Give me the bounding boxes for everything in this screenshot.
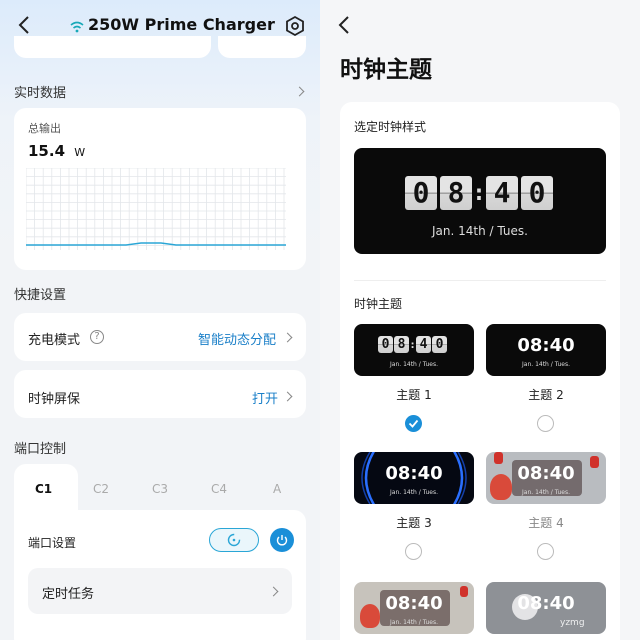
back-button[interactable]	[334, 14, 356, 36]
charge-mode-chevron-icon	[282, 332, 293, 343]
cycle-icon	[227, 533, 241, 547]
tab-c2[interactable]: C2	[93, 482, 109, 496]
theme-3-name: 主题 3	[396, 516, 432, 530]
watermark-logo	[512, 594, 538, 620]
output-number: 15.4	[28, 142, 66, 160]
theme-4-thumbnail[interactable]: 08:40 Jan. 14th / Tues.	[486, 452, 606, 504]
port-control-section-title: 端口控制	[14, 442, 67, 457]
charge-mode-value: 智能动态分配	[198, 333, 277, 348]
theme-5-thumbnail[interactable]: 08:40 Jan. 14th / Tues.	[354, 582, 474, 634]
clock-saver-chevron-icon	[282, 391, 293, 402]
theme-1-radio[interactable]	[405, 415, 422, 432]
timer-task-row[interactable]: 定时任务	[28, 568, 292, 614]
port-power-button[interactable]	[270, 528, 294, 552]
theme-3-time: 08:40	[385, 463, 443, 484]
charge-mode-label: 充电模式	[28, 333, 81, 348]
clock-saver-value: 打开	[252, 392, 279, 407]
preview-digit: 8	[440, 176, 472, 210]
preview-flip-clock: 0 8 : 4 0	[405, 176, 553, 210]
top-partial-card-left	[14, 36, 211, 58]
theme-1-date: Jan. 14th / Tues.	[390, 361, 438, 368]
tab-c4[interactable]: C4	[211, 482, 227, 496]
preview-digit: 4	[486, 176, 518, 210]
timer-task-chevron-icon	[268, 586, 279, 597]
theme-2-name: 主题 2	[528, 388, 564, 402]
theme-2-radio[interactable]	[537, 415, 554, 432]
theme-1-digit: 4	[416, 336, 431, 353]
top-partial-card-right	[218, 36, 306, 58]
charge-mode-row[interactable]: 充电模式 ? 智能动态分配	[14, 313, 306, 361]
output-label: 总输出	[28, 122, 61, 135]
output-value: 15.4 W	[28, 142, 85, 160]
preview-date: Jan. 14th / Tues.	[432, 224, 528, 238]
back-arrow-icon	[18, 16, 29, 34]
theme-5-time: 08:40	[385, 593, 443, 614]
theme-1-flip-clock: 0 8 : 4 0	[378, 336, 447, 353]
gear-icon	[286, 15, 304, 37]
page-title: 250W Prime Charger	[88, 15, 275, 34]
realtime-chevron-icon[interactable]	[294, 86, 305, 97]
theme-2-time: 08:40	[517, 335, 575, 356]
timer-task-label: 定时任务	[42, 587, 95, 602]
theme-3-radio[interactable]	[405, 543, 422, 560]
divider	[354, 280, 606, 281]
clock-saver-label: 时钟屏保	[28, 392, 81, 407]
clock-saver-row[interactable]: 时钟屏保 打开	[14, 370, 306, 418]
tab-c3[interactable]: C3	[152, 482, 168, 496]
power-icon	[276, 535, 288, 546]
preview-digit: 0	[521, 176, 553, 210]
watermark-text: yzmg	[560, 618, 585, 628]
theme-4-time: 08:40	[517, 463, 575, 484]
theme-4-name: 主题 4	[528, 516, 564, 530]
page-title: 时钟主题	[340, 57, 432, 83]
theme-3-date: Jan. 14th / Tues.	[390, 489, 438, 496]
theme-2-date: Jan. 14th / Tues.	[522, 361, 570, 368]
output-chart	[26, 168, 286, 250]
charger-detail-screen: 250W Prime Charger 实时数据 总输出 15.4 W 快捷设置 …	[0, 0, 320, 640]
back-arrow-icon	[338, 16, 349, 34]
selected-style-label: 选定时钟样式	[354, 120, 427, 134]
output-unit: W	[74, 146, 86, 159]
clock-theme-screen: 时钟主题 选定时钟样式 0 8 : 4 0 Jan. 14th / Tues. …	[320, 0, 640, 640]
realtime-section-title: 实时数据	[14, 86, 67, 101]
theme-1-name: 主题 1	[396, 388, 432, 402]
theme-4-radio[interactable]	[537, 543, 554, 560]
tab-a[interactable]: A	[273, 482, 281, 496]
theme-5-date: Jan. 14th / Tues.	[390, 619, 438, 626]
theme-panel: 选定时钟样式 0 8 : 4 0 Jan. 14th / Tues. 时钟主题 …	[340, 102, 620, 640]
help-icon[interactable]: ?	[90, 330, 104, 344]
realtime-card: 总输出 15.4 W	[14, 108, 306, 270]
tab-c1[interactable]: C1	[35, 482, 52, 496]
theme-1-digit: 0	[378, 336, 393, 353]
port-settings-card: 端口设置 定时任务	[14, 510, 306, 640]
theme-4-date: Jan. 14th / Tues.	[522, 489, 570, 496]
theme-2-thumbnail[interactable]: 08:40 Jan. 14th / Tues.	[486, 324, 606, 376]
check-icon	[408, 419, 419, 428]
theme-1-digit: 0	[432, 336, 447, 353]
theme-3-thumbnail[interactable]: 08:40 Jan. 14th / Tues.	[354, 452, 474, 504]
theme-1-thumbnail[interactable]: 0 8 : 4 0 Jan. 14th / Tues.	[354, 324, 474, 376]
selected-clock-preview: 0 8 : 4 0 Jan. 14th / Tues.	[354, 148, 606, 254]
theme-1-colon: :	[409, 338, 416, 351]
preview-colon: :	[472, 180, 486, 206]
port-settings-label: 端口设置	[28, 536, 77, 550]
back-button[interactable]	[14, 14, 36, 36]
themes-label: 时钟主题	[354, 297, 403, 311]
preview-digit: 0	[405, 176, 437, 210]
theme-6-thumbnail[interactable]: 08:40	[486, 582, 606, 634]
wifi-icon	[70, 18, 84, 37]
quick-settings-section-title: 快捷设置	[14, 288, 67, 303]
settings-gear-button[interactable]	[284, 15, 306, 37]
theme-1-digit: 8	[394, 336, 409, 353]
theme-6-time: 08:40	[517, 593, 575, 614]
port-mode-toggle[interactable]	[209, 528, 259, 552]
